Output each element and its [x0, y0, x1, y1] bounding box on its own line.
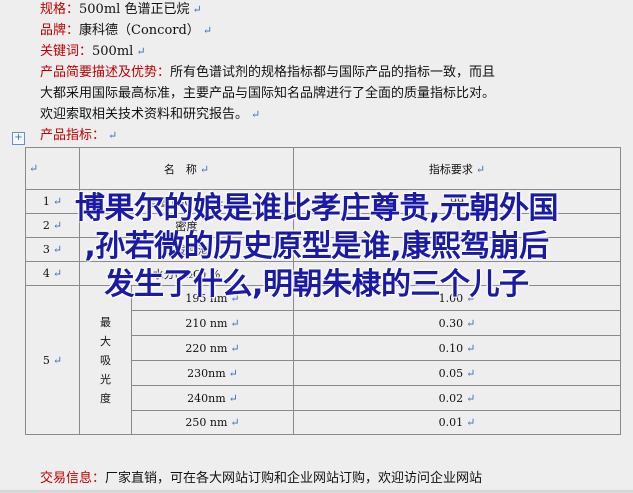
spec-value: 500ml 色谱正已烷 [79, 2, 190, 17]
spec-label: 规格： [40, 2, 80, 17]
features-line-3: 欢迎索取相关技术资料和研究报告。 ↵ [40, 105, 260, 125]
paragraph-mark-icon: ↵ [136, 45, 146, 58]
footer-value: 厂家直销，可在各大网站订购和企业网站订购，欢迎访问企业网站 [105, 471, 483, 486]
keyword-label: 关键词： [40, 44, 93, 59]
paragraph-mark-icon: ↵ [192, 3, 202, 16]
document-page: 规格：500ml 色谱正已烷 ↵ 品牌：康科德（Concord） ↵ 关键词：500… [0, 0, 633, 493]
indicators-line: 产品指标： ↵ [40, 126, 117, 146]
absorbance-value-cell: 0.05 ↵ [293, 360, 621, 386]
brand-line: 品牌：康科德（Concord） ↵ [40, 21, 212, 41]
footer-line: 交易信息：厂家直销，可在各大网站订购和企业网站订购，欢迎访问企业网站 [40, 468, 482, 490]
features-text-3: 欢迎索取相关技术资料和研究报告。 [40, 107, 249, 122]
features-label: 产品简要描述及优势： [40, 65, 171, 80]
features-line-2: 大都采用国际最高标准，主要产品与国际知名品牌进行了全面的质量指标比对。 [40, 84, 495, 104]
header-name-cell: 名 称 ↵ [79, 147, 294, 190]
absorbance-value-cell: 0.01 ↵ [293, 410, 621, 435]
features-text-1: 所有色谱试剂的规格指标都与国际产品的指标一致，而且 [170, 65, 496, 80]
keyword-line: 关键词：500ml ↵ [40, 42, 146, 62]
table-move-handle-icon[interactable]: + [12, 132, 25, 145]
header-req-cell: 指标要求 ↵ [293, 147, 621, 190]
overlay-line-1: 博果尔的娘是谁比孝庄尊贵,元朝外国 [75, 191, 558, 226]
header-no-cell: ↵ [25, 147, 80, 190]
paragraph-mark-icon: ↵ [108, 129, 118, 142]
spec-line: 规格：500ml 色谱正已烷 ↵ [40, 0, 202, 20]
wavelength-cell: 220 nm ↵ [131, 335, 294, 361]
features-text-2: 大都采用国际最高标准，主要产品与国际知名品牌进行了全面的质量指标比对。 [40, 86, 496, 101]
brand-label: 品牌： [40, 23, 80, 38]
absorbance-label-cell: 最 大 吸 光 度 [79, 285, 132, 435]
paragraph-mark-icon: ↵ [251, 108, 261, 121]
wavelength-cell: 250 nm ↵ [131, 410, 294, 435]
brand-value: 康科德（Concord） [79, 23, 200, 38]
indicators-label: 产品指标： [40, 128, 106, 143]
overlay-line-3: 发生了什么,明朝朱棣的三个儿子 [104, 267, 529, 302]
absorbance-value-cell: 0.10 ↵ [293, 335, 621, 361]
absorbance-value-cell: 0.02 ↵ [293, 385, 621, 411]
keyword-value: 500ml [92, 44, 134, 59]
overlay-headline: 博果尔的娘是谁比孝庄尊贵,元朝外国 ,孙若微的历史原型是谁,康熙驾崩后 发生了什… [0, 190, 633, 304]
absorbance-no-cell: 5 ↵ [25, 285, 80, 435]
wavelength-cell: 240nm ↵ [131, 385, 294, 411]
absorbance-value-cell: 0.30 ↵ [293, 310, 621, 336]
overlay-line-2: ,孙若微的历史原型是谁,康熙驾崩后 [84, 229, 549, 264]
footer-label: 交易信息： [40, 471, 106, 486]
table-header-row: ↵ 名 称 ↵ 指标要求 ↵ [25, 147, 621, 190]
wavelength-cell: 210 nm ↵ [131, 310, 294, 336]
paragraph-mark-icon: ↵ [202, 24, 213, 37]
wavelength-cell: 230nm ↵ [131, 360, 294, 386]
features-line-1: 产品简要描述及优势：所有色谱试剂的规格指标都与国际产品的指标一致，而且 [40, 63, 495, 83]
